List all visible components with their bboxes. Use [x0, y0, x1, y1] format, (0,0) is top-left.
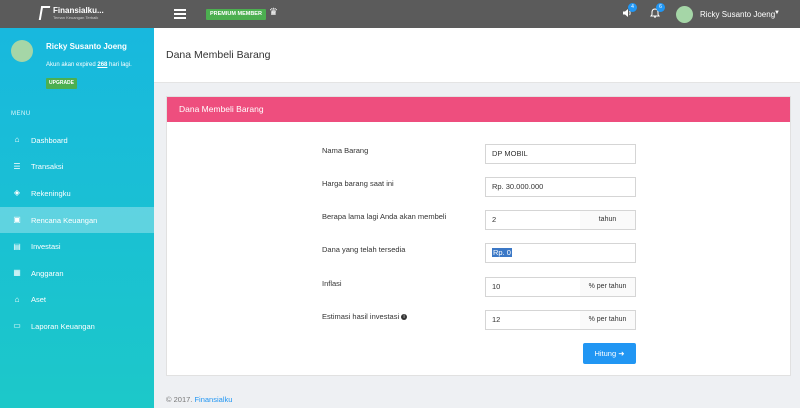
lama-input[interactable]: 2	[485, 210, 581, 230]
sidebar-item-investasi[interactable]: ▤ Investasi	[0, 233, 154, 260]
sidebar-item-transaksi[interactable]: ☰ Transaksi	[0, 154, 154, 181]
investasi-input[interactable]: 12	[485, 310, 581, 330]
chevron-down-icon[interactable]: ▼	[774, 10, 780, 16]
user-menu-name[interactable]: Ricky Susanto Joeng	[700, 10, 775, 19]
card-title: Dana Membeli Barang	[167, 97, 790, 122]
page-header: Dana Membeli Barang	[154, 28, 800, 83]
footer-link[interactable]: Finansialku	[194, 395, 232, 404]
sidebar-item-label: Laporan Keuangan	[31, 321, 95, 331]
sidebar-item-label: Rekeningku	[31, 188, 71, 198]
investasi-suffix: % per tahun	[580, 310, 636, 330]
bell-notification-badge: 6	[656, 3, 665, 12]
dana-input-value: Rp. 0	[492, 248, 512, 257]
hitung-button[interactable]: Hitung ➜	[583, 343, 636, 364]
folder-icon: ▭	[13, 321, 21, 331]
clipboard-icon: ▣	[13, 215, 21, 225]
field-label-nama-barang: Nama Barang	[322, 146, 369, 155]
chart-icon: ▤	[13, 241, 21, 251]
sidebar-item-label: Aset	[31, 295, 47, 305]
footer: © 2017. Finansialku	[166, 395, 233, 404]
crown-icon: ♛	[269, 7, 278, 18]
dana-input[interactable]: Rp. 0	[485, 243, 636, 263]
field-label-dana: Dana yang telah tersedia	[322, 245, 406, 254]
sidebar-item-anggaran[interactable]: ▦ Anggaran	[0, 260, 154, 287]
sidebar-item-label: Investasi	[31, 242, 61, 252]
sidebar-item-label: Anggaran	[31, 268, 64, 278]
inflasi-input[interactable]: 10	[485, 277, 581, 297]
top-navbar: Finansialku... Teman Keuangan Terbaik PR…	[0, 0, 800, 28]
logo-mark-icon	[38, 6, 51, 20]
premium-member-badge[interactable]: PREMIUM MEMBER	[206, 9, 266, 20]
account-expiry-text: Akun akan expired 268 hari lagi.	[46, 62, 132, 68]
table-icon: ▦	[13, 268, 21, 278]
upgrade-button[interactable]: UPGRADE	[46, 78, 78, 89]
layers-icon: ◈	[13, 188, 21, 198]
sidebar-item-aset[interactable]: ⌂ Aset	[0, 287, 154, 314]
sidebar-item-label: Rencana Keuangan	[31, 215, 98, 225]
bell-icon[interactable]: 6	[650, 3, 665, 21]
sidebar-item-label: Dashboard	[31, 135, 68, 145]
sidebar-item-label: Transaksi	[31, 162, 64, 172]
sidebar-nav: ⌂ Dashboard ☰ Transaksi ◈ Rekeningku ▣ Renca…	[0, 127, 154, 340]
speaker-icon[interactable]: 4	[622, 3, 637, 21]
list-icon: ☰	[13, 161, 21, 171]
sound-notification-badge: 4	[628, 3, 637, 12]
sidebar-item-laporan-keuangan[interactable]: ▭ Laporan Keuangan	[0, 313, 154, 340]
nama-barang-input[interactable]: DP MOBIL	[485, 144, 636, 164]
sidebar-item-dashboard[interactable]: ⌂ Dashboard	[0, 127, 154, 154]
form-card: Dana Membeli Barang Nama Barang DP MOBIL…	[166, 96, 791, 376]
field-label-harga: Harga barang saat ini	[322, 179, 394, 188]
arrow-right-icon: ➜	[618, 349, 625, 358]
logo[interactable]: Finansialku... Teman Keuangan Terbaik	[38, 5, 104, 20]
sidebar: Ricky Susanto Joeng Akun akan expired 26…	[0, 28, 154, 408]
inflasi-suffix: % per tahun	[580, 277, 636, 297]
avatar[interactable]	[676, 6, 693, 23]
logo-subtitle: Teman Keuangan Terbaik	[53, 14, 99, 20]
field-label-inflasi: Inflasi	[322, 279, 342, 288]
page-title: Dana Membeli Barang	[166, 49, 271, 61]
sidebar-item-rekeningku[interactable]: ◈ Rekeningku	[0, 180, 154, 207]
hamburger-menu-icon[interactable]	[174, 9, 186, 19]
logo-text: Finansialku...	[53, 5, 104, 15]
menu-heading: MENU	[11, 111, 31, 117]
avatar	[11, 40, 33, 62]
home-icon: ⌂	[14, 135, 20, 145]
sidebar-item-rencana-keuangan[interactable]: ▣ Rencana Keuangan	[0, 206, 154, 234]
field-label-lama: Berapa lama lagi Anda akan membeli	[322, 212, 447, 221]
harga-input[interactable]: Rp. 30.000.000	[485, 177, 636, 197]
sidebar-user-name: Ricky Susanto Joeng	[46, 42, 127, 51]
building-icon: ⌂	[14, 294, 20, 304]
lama-suffix: tahun	[580, 210, 636, 230]
info-icon[interactable]: i	[401, 314, 408, 321]
field-label-investasi: Estimasi hasil investasi i	[322, 312, 408, 321]
